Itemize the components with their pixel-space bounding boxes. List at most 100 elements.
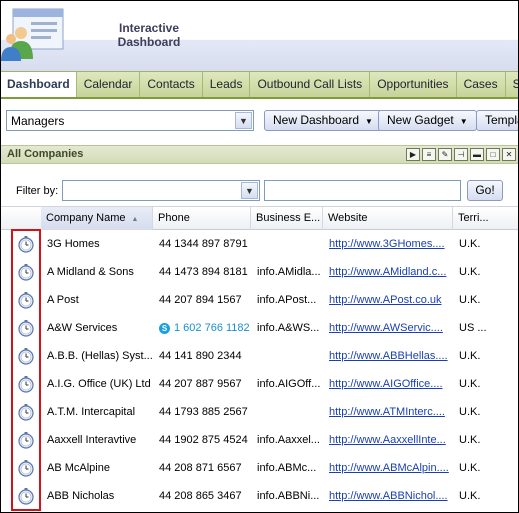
cell-company[interactable]: ABB Nicholas (42, 482, 154, 510)
cell-company[interactable]: A.I.G. Office (UK) Ltd (42, 370, 154, 398)
caret-down-icon: ▼ (365, 117, 373, 126)
cell-website-link[interactable]: http://www.ABBNichol.... (324, 482, 453, 510)
play-icon[interactable]: ▶ (406, 148, 420, 161)
dashboard-select-value: Managers (11, 114, 65, 128)
column-website[interactable]: Website (323, 207, 453, 230)
table-row[interactable]: AB McAlpine 44 208 871 6567 info.ABMc... ht… (1, 454, 518, 482)
skype-icon[interactable]: S (159, 322, 170, 334)
new-gadget-button[interactable]: New Gadget ▼ (378, 110, 477, 131)
cell-phone: 44 1902 875 4524 (159, 434, 248, 446)
cell-business-email (252, 398, 323, 426)
tab-outbound-call-lists[interactable]: Outbound Call Lists (250, 72, 371, 97)
table-row[interactable]: ABB Nicholas 44 208 865 3467 info.ABBNi...… (1, 482, 518, 510)
column-territory[interactable]: Terri... (453, 207, 518, 230)
table-row[interactable]: A.T.M. Intercapital 44 1793 885 2567 http:… (1, 398, 518, 426)
cell-website-link[interactable]: http://www.APost.co.uk (324, 286, 453, 314)
cell-company[interactable]: 3G Homes (42, 230, 154, 258)
filter-select[interactable]: ▼ (62, 180, 260, 201)
go-button[interactable]: Go! (467, 180, 503, 201)
new-gadget-label: New Gadget (387, 113, 454, 127)
table-row[interactable]: A Post 44 207 894 1567 info.APost... http:/… (1, 286, 518, 314)
cell-website-link[interactable]: http://www.AaxxellInte... (324, 426, 453, 454)
tab-dashboard[interactable]: Dashboard (1, 72, 77, 97)
cell-website-link[interactable]: http://www.ABMcAlpin.... (324, 454, 453, 482)
cell-phone: 44 207 894 1567 (159, 294, 242, 306)
chevron-down-icon[interactable]: ▼ (235, 112, 252, 129)
cell-website-link[interactable]: http://www.AWServic.... (324, 314, 453, 342)
tab-calendar[interactable]: Calendar (76, 72, 141, 97)
cell-phone[interactable]: S 1 602 766 1182 (154, 314, 251, 342)
cell-company[interactable]: A.T.M. Intercapital (42, 398, 154, 426)
cell-business-email: info.ABBNi... (257, 490, 320, 502)
cell-territory: U.K. (459, 462, 481, 474)
cell-phone: 44 208 871 6567 (159, 462, 242, 474)
cell-phone: 44 1473 894 8181 (159, 266, 248, 278)
cell-phone: 44 1793 885 2567 (159, 406, 248, 418)
close-icon[interactable]: ✕ (502, 148, 516, 161)
cell-territory: U.K. (459, 378, 481, 390)
cell-company[interactable]: AB McAlpine (42, 454, 154, 482)
chevron-down-icon[interactable]: ▼ (241, 182, 258, 199)
cell-territory: U.K. (459, 434, 481, 446)
new-dashboard-label: New Dashboard (273, 113, 360, 127)
table-row[interactable]: 3G Homes 44 1344 897 8791 http://www.3GHom… (1, 230, 518, 258)
filter-input[interactable] (264, 180, 461, 201)
templates-button[interactable]: Templa (476, 110, 518, 131)
grid-header: Company Name ▲ Phone Business E... Websi… (1, 206, 518, 230)
cell-website-link[interactable]: http://www.ATMInterc.... (324, 398, 453, 426)
cell-business-email (252, 230, 323, 258)
minimize-icon[interactable]: ▬ (470, 148, 484, 161)
dashboard-toolbar: Managers ▼ New Dashboard ▼ New Gadget ▼ Te… (1, 102, 518, 142)
list-icon[interactable]: ≡ (422, 148, 436, 161)
table-row[interactable]: A.I.G. Office (UK) Ltd 44 207 887 9567 inf… (1, 370, 518, 398)
table-row[interactable]: A Midland & Sons 44 1473 894 8181 info.AMi… (1, 258, 518, 286)
table-row[interactable]: Aaxxell Interavtive 44 1902 875 4524 info.… (1, 426, 518, 454)
cell-business-email: info.A&WS... (257, 322, 320, 334)
tab-cases[interactable]: Cases (456, 72, 506, 97)
table-row[interactable]: A&W Services S 1 602 766 1182 info.A&WS... h… (1, 314, 518, 342)
column-phone[interactable]: Phone (153, 207, 251, 230)
tab-contacts[interactable]: Contacts (140, 72, 203, 97)
column-company-name[interactable]: Company Name ▲ (41, 207, 153, 230)
main-tabs: Dashboard Calendar Contacts Leads Outbou… (1, 71, 518, 99)
cell-territory: U.K. (459, 266, 481, 278)
cell-website-link[interactable]: http://www.3GHomes.... (324, 230, 453, 258)
cell-phone: 44 1344 897 8791 (159, 238, 248, 250)
sort-asc-icon: ▲ (131, 216, 139, 223)
maximize-icon[interactable]: □ (486, 148, 500, 161)
cell-territory: U.K. (459, 490, 481, 502)
table-row[interactable]: A.B.B. (Hellas) Syst... 44 141 890 2344 ht… (1, 342, 518, 370)
app-title-line2: Dashboard (117, 35, 181, 49)
cell-company[interactable]: A Midland & Sons (42, 258, 154, 286)
edit-icon[interactable]: ✎ (438, 148, 452, 161)
panel-controls: ▶ ≡ ✎ ⊣ ▬ □ ✕ (406, 148, 516, 161)
panel-header: All Companies ▶ ≡ ✎ ⊣ ▬ □ ✕ (1, 145, 518, 164)
cell-phone: 44 141 890 2344 (159, 350, 242, 362)
cell-company[interactable]: A Post (42, 286, 154, 314)
new-dashboard-button[interactable]: New Dashboard ▼ (264, 110, 382, 131)
tab-opportunities[interactable]: Opportunities (370, 72, 457, 97)
dashboard-logo-icon (1, 8, 64, 61)
filter-label: Filter by: (16, 185, 59, 197)
dashboard-select[interactable]: Managers ▼ (6, 110, 254, 131)
app-window: Interactive Dashboard Dashboard Calendar… (0, 0, 519, 513)
cell-business-email (252, 342, 323, 370)
cell-company[interactable]: A.B.B. (Hellas) Syst... (42, 342, 154, 370)
cell-territory: U.K. (459, 238, 481, 250)
tab-leads[interactable]: Leads (202, 72, 251, 97)
tab-solutions[interactable]: Solutio (505, 72, 518, 97)
cell-business-email: info.Aaxxel... (257, 434, 320, 446)
cell-company[interactable]: Aaxxell Interavtive (42, 426, 154, 454)
pin-icon[interactable]: ⊣ (454, 148, 468, 161)
cell-business-email: info.ABMc... (257, 462, 317, 474)
caret-down-icon: ▼ (459, 117, 468, 126)
cell-business-email: info.AMidla... (257, 266, 321, 278)
column-company-name-label: Company Name (46, 212, 126, 224)
cell-website-link[interactable]: http://www.AIGOffice.... (324, 370, 453, 398)
cell-company[interactable]: A&W Services (42, 314, 154, 342)
cell-website-link[interactable]: http://www.ABBHellas.... (324, 342, 453, 370)
app-title-line1: Interactive (118, 21, 180, 35)
column-business-email[interactable]: Business E... (251, 207, 323, 230)
cell-website-link[interactable]: http://www.AMidland.c... (324, 258, 453, 286)
cell-territory: U.K. (459, 350, 481, 362)
